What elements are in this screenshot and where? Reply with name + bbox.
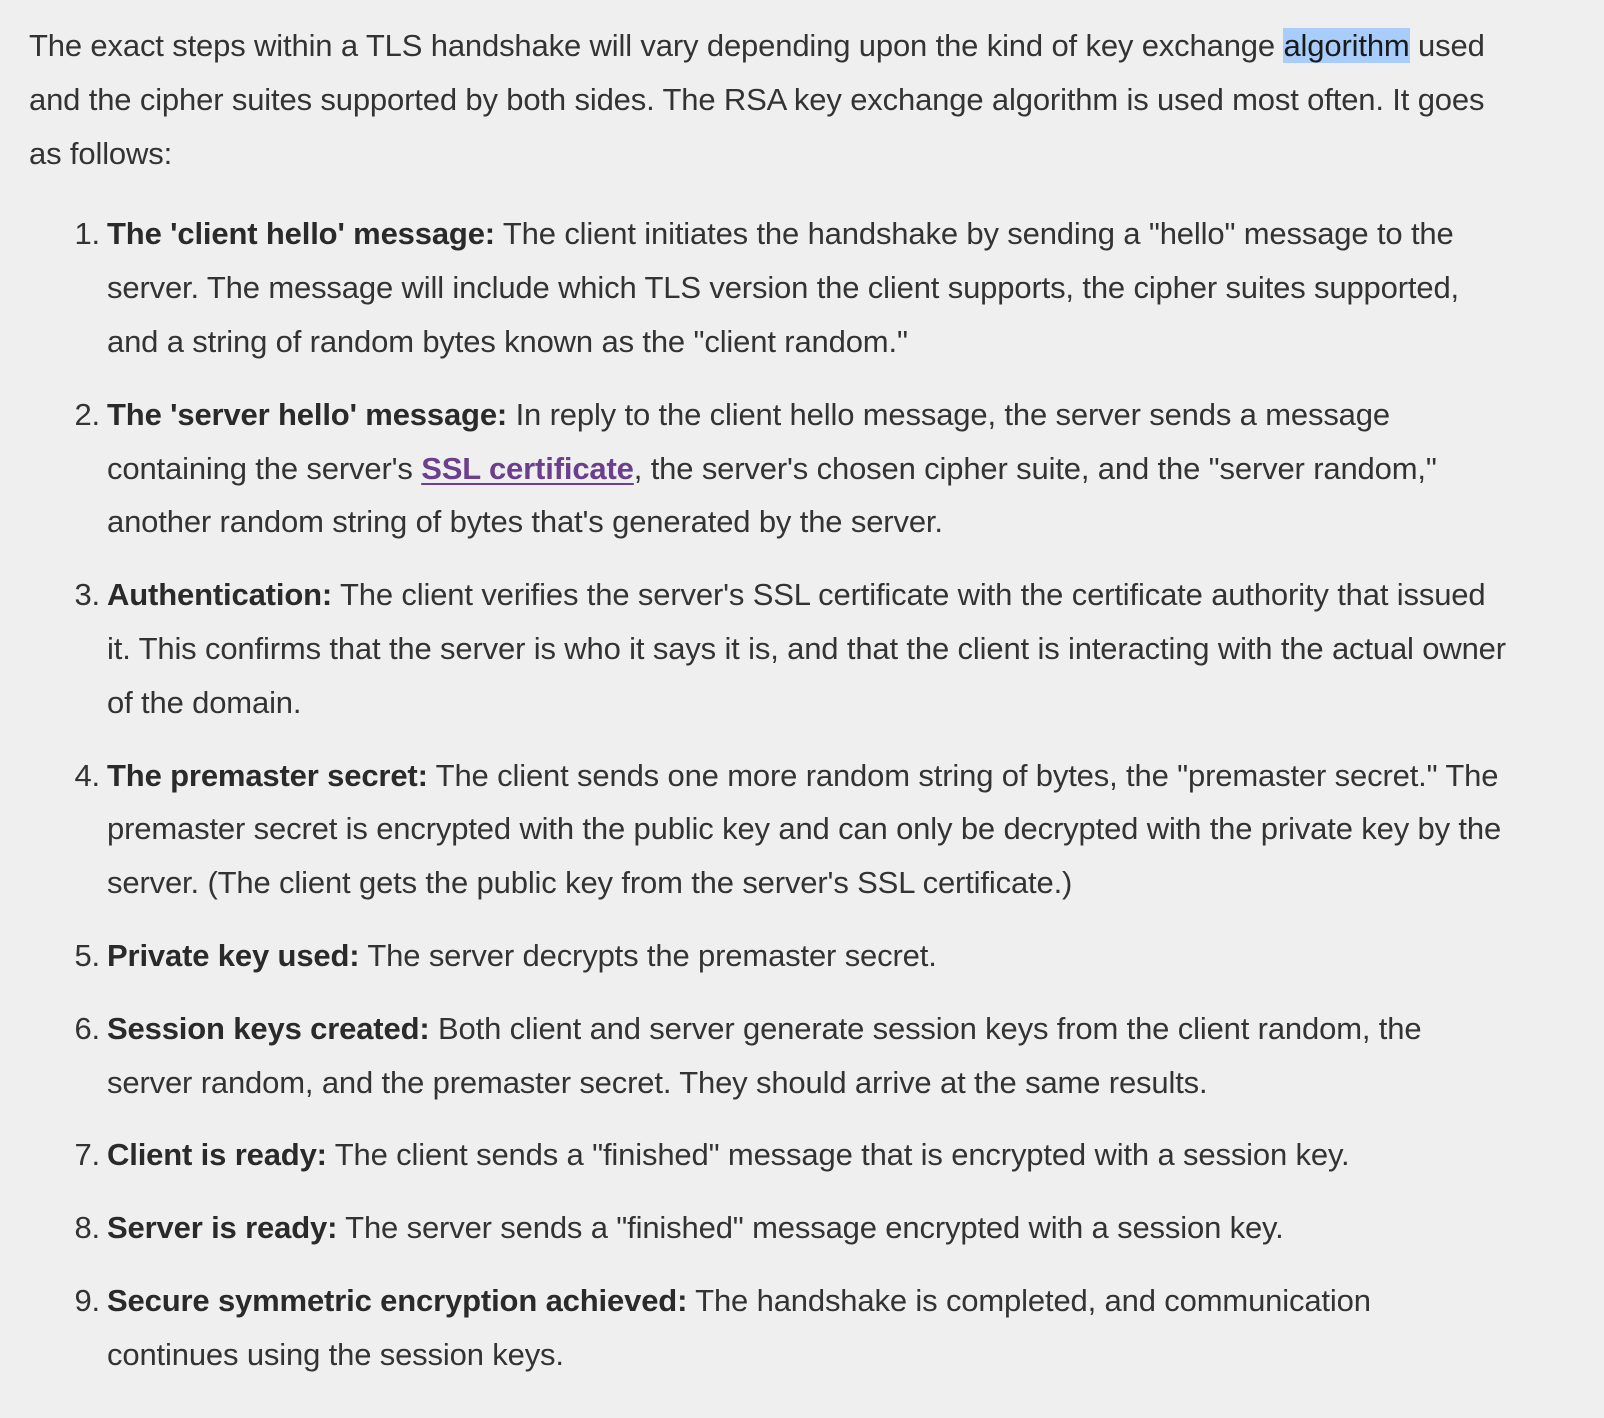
list-item: 1. The 'client hello' message: The client… <box>74 207 1509 368</box>
step-number: 1. <box>74 216 100 252</box>
list-item: 3. Authentication: The client verifies th… <box>74 568 1509 729</box>
step-number: 6. <box>74 1010 100 1046</box>
step-title: Session keys created: <box>107 1010 430 1046</box>
step-number: 4. <box>74 757 100 793</box>
step-title: Private key used: <box>107 937 360 973</box>
step-number: 9. <box>74 1282 100 1318</box>
intro-paragraph: The exact steps within a TLS handshake w… <box>29 19 1509 180</box>
article-content: The exact steps within a TLS handshake w… <box>29 19 1509 1401</box>
step-title: The premaster secret: <box>107 757 428 793</box>
step-number: 7. <box>74 1137 100 1173</box>
list-item: 4. The premaster secret: The client sends… <box>74 749 1509 910</box>
step-title: Authentication: <box>107 577 333 613</box>
step-number: 3. <box>74 577 100 613</box>
step-text: The server decrypts the premaster secret… <box>359 937 937 973</box>
step-text: The client sends a "finished" message th… <box>326 1137 1350 1173</box>
ssl-certificate-link[interactable]: SSL certificate <box>421 451 634 486</box>
list-item: 8. Server is ready: The server sends a "f… <box>74 1201 1509 1255</box>
step-title: Secure symmetric encryption achieved: <box>107 1282 688 1318</box>
handshake-steps-list: 1. The 'client hello' message: The client… <box>29 207 1509 1381</box>
step-title: The 'client hello' message: <box>107 216 495 252</box>
intro-text-before: The exact steps within a TLS handshake w… <box>29 28 1284 63</box>
list-item: 6. Session keys created: Both client and … <box>74 1002 1509 1110</box>
step-title: The 'server hello' message: <box>107 396 508 432</box>
step-title: Client is ready: <box>107 1137 327 1173</box>
list-item: 5. Private key used: The server decrypts … <box>74 929 1509 983</box>
selected-text-highlight[interactable]: algorithm <box>1283 28 1410 63</box>
step-number: 8. <box>74 1210 100 1246</box>
step-number: 2. <box>74 396 100 432</box>
step-number: 5. <box>74 937 100 973</box>
list-item: 2. The 'server hello' message: In reply t… <box>74 388 1509 549</box>
list-item: 9. Secure symmetric encryption achieved: … <box>74 1274 1509 1382</box>
list-item: 7. Client is ready: The client sends a "f… <box>74 1128 1509 1182</box>
step-text: The server sends a "finished" message en… <box>337 1210 1284 1246</box>
step-title: Server is ready: <box>107 1210 338 1246</box>
